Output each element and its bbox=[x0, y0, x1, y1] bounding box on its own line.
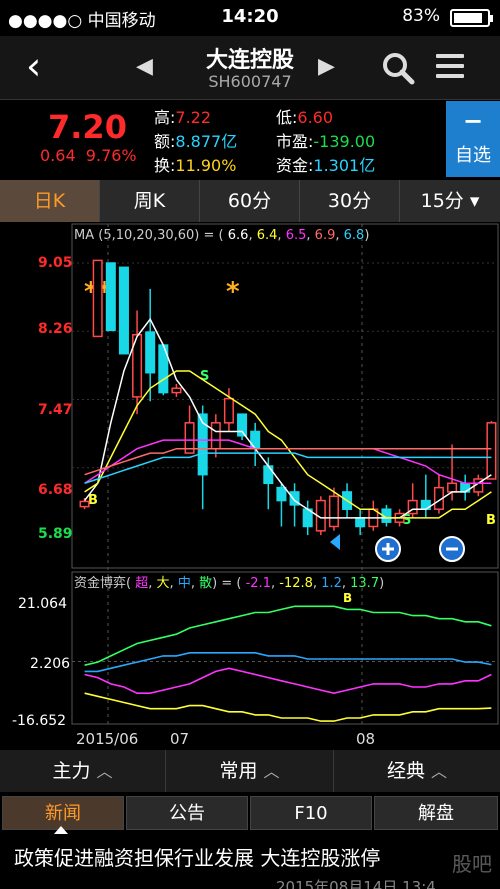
candle-body bbox=[355, 517, 366, 528]
watermark: 股吧 bbox=[452, 852, 492, 876]
amount-value: 8.877亿 bbox=[175, 132, 238, 151]
amount-item: 额:8.877亿 bbox=[154, 132, 238, 151]
candle-body bbox=[105, 262, 116, 332]
candle-body bbox=[92, 259, 103, 338]
common-button[interactable]: 常用 ︿ bbox=[166, 750, 334, 792]
last-price: 7.20 bbox=[48, 108, 127, 146]
candle-body bbox=[486, 422, 497, 480]
battery-icon bbox=[450, 9, 493, 27]
high-item: 高:7.22 bbox=[154, 108, 212, 127]
price-tick: 7.47 bbox=[38, 402, 73, 418]
ma5-value: 6.6 bbox=[228, 228, 249, 243]
tab-60min[interactable]: 60分 bbox=[200, 180, 300, 222]
ma10-value: 6.4 bbox=[257, 228, 278, 243]
kline-chart[interactable]: MA (5,10,20,30,60) = ( 6.6, 6.4, 6.5, 6.… bbox=[0, 222, 500, 750]
candle-body bbox=[79, 500, 90, 508]
capital-item: 资金:1.301亿 bbox=[276, 156, 376, 175]
classic-button[interactable]: 经典 ︿ bbox=[334, 750, 500, 792]
star-annotation: * bbox=[226, 277, 240, 307]
sub-tick: 21.064 bbox=[18, 596, 67, 612]
menu-icon[interactable] bbox=[436, 54, 464, 84]
pe-item: 市盈:-139.00 bbox=[276, 132, 376, 151]
price-tick: 8.26 bbox=[38, 321, 73, 337]
candle-body bbox=[223, 397, 234, 424]
candle-body bbox=[118, 266, 129, 355]
arrow-left-icon bbox=[330, 534, 340, 550]
watchlist-label: 自选 bbox=[455, 145, 491, 166]
candle-body bbox=[250, 430, 261, 450]
ma20-value: 6.5 bbox=[286, 228, 307, 243]
active-tab-indicator bbox=[54, 826, 68, 834]
chevron-up-icon: ︿ bbox=[263, 762, 280, 781]
sub-frame bbox=[71, 571, 499, 725]
candle-body bbox=[263, 465, 274, 485]
chevron-up-icon: ︿ bbox=[96, 762, 113, 781]
ma-line-ma20 bbox=[84, 439, 492, 485]
turnover-value: 11.90% bbox=[175, 156, 237, 175]
quote-panel: 7.20 0.64 9.76% 高:7.22 低:6.60 额:8.877亿 市… bbox=[0, 100, 500, 180]
turnover-item: 换:11.90% bbox=[154, 156, 237, 175]
high-value: 7.22 bbox=[175, 108, 212, 127]
x-label: 2015/06 bbox=[76, 730, 138, 748]
status-bar: ●●●●○ 中国移动 14:20 83% bbox=[0, 0, 500, 36]
ma30-value: 6.9 bbox=[315, 228, 336, 243]
candle-body bbox=[145, 331, 156, 374]
fund-game-header: 资金博弈( 超, 大, 中, 散) = ( -2.1, -12.8, 1.2, … bbox=[74, 575, 384, 591]
low-item: 低:6.60 bbox=[276, 108, 334, 127]
fund-line bbox=[84, 692, 492, 722]
low-value: 6.60 bbox=[297, 108, 334, 127]
buy-signal: B bbox=[486, 513, 496, 528]
search-icon[interactable] bbox=[380, 50, 416, 86]
function-bar: 主力 ︿ 常用 ︿ 经典 ︿ bbox=[0, 750, 500, 792]
change-amount: 0.64 bbox=[40, 146, 76, 165]
tab-announcement[interactable]: 公告 bbox=[126, 796, 248, 830]
price-tick: 6.68 bbox=[38, 482, 73, 498]
capital-value: 1.301亿 bbox=[313, 156, 376, 175]
pe-value: -139.00 bbox=[313, 132, 376, 151]
period-tabs: 日K 周K 60分 30分 15分 ▾ bbox=[0, 180, 500, 222]
price-tick: 9.05 bbox=[38, 255, 73, 271]
ma-header: MA (5,10,20,30,60) = ( 6.6, 6.4, 6.5, 6.… bbox=[74, 228, 369, 243]
tab-30min[interactable]: 30分 bbox=[300, 180, 400, 222]
watchlist-minus-icon: − bbox=[462, 107, 484, 135]
ma-line-ma10 bbox=[84, 370, 492, 519]
tab-weekly-k[interactable]: 周K bbox=[100, 180, 200, 222]
price-change: 0.64 9.76% bbox=[40, 146, 137, 165]
candle-body bbox=[447, 482, 458, 493]
buy-signal: B bbox=[343, 591, 352, 605]
fund-line bbox=[84, 667, 492, 695]
stock-name: 大连控股 bbox=[205, 48, 294, 73]
stock-code: SH600747 bbox=[208, 72, 292, 91]
nav-bar: ‹ ◀ 大连控股 SH600747 ▶ bbox=[0, 36, 500, 100]
tab-news[interactable]: 新闻 bbox=[2, 796, 124, 830]
news-timestamp: 2015年08月14日 13:4 bbox=[276, 878, 436, 889]
candle-body bbox=[276, 486, 287, 502]
x-label: 08 bbox=[356, 730, 375, 748]
change-percent: 9.76% bbox=[85, 146, 137, 165]
ma60-value: 6.8 bbox=[344, 228, 365, 243]
sub-tick: -16.652 bbox=[12, 713, 66, 729]
news-tabs: 新闻 公告 F10 解盘 bbox=[0, 792, 500, 834]
news-headline[interactable]: 政策促进融资担保行业发展 大连控股涨停 bbox=[14, 842, 380, 871]
x-label: 07 bbox=[170, 730, 189, 748]
next-stock-icon[interactable]: ▶ bbox=[318, 54, 335, 79]
tab-15min-dropdown[interactable]: 15分 ▾ bbox=[400, 180, 500, 222]
tab-analysis[interactable]: 解盘 bbox=[374, 796, 498, 830]
main-force-button[interactable]: 主力 ︿ bbox=[0, 750, 166, 792]
candle-body bbox=[210, 422, 221, 450]
kline-chart-svg: MA (5,10,20,30,60) = ( 6.6, 6.4, 6.5, 6.… bbox=[12, 223, 499, 748]
tab-f10[interactable]: F10 bbox=[250, 796, 372, 830]
add-watchlist-button[interactable]: − 自选 bbox=[446, 101, 500, 177]
chevron-up-icon: ︿ bbox=[431, 762, 448, 781]
price-tick: 5.89 bbox=[38, 526, 73, 542]
sub-tick: 2.206 bbox=[30, 656, 70, 672]
candle-body bbox=[328, 495, 339, 528]
candle-body bbox=[171, 387, 182, 394]
battery-percent: 83% bbox=[402, 6, 440, 26]
tab-daily-k[interactable]: 日K bbox=[0, 180, 100, 222]
fund-line bbox=[84, 652, 492, 673]
